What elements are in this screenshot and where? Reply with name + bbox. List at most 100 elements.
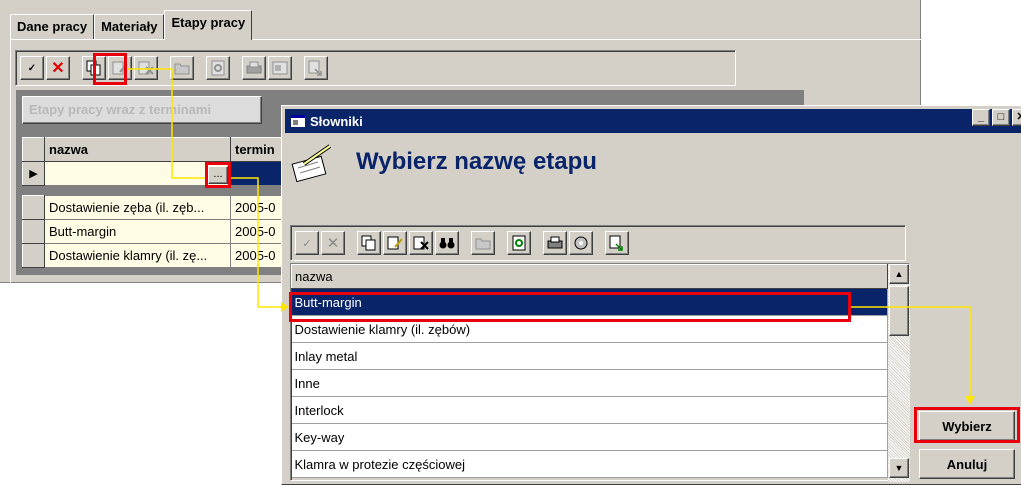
row-separator: [22, 185, 291, 196]
vertical-scrollbar[interactable]: ▲ ▼: [888, 264, 910, 482]
dictionary-list: nazwa Butt-margin Dostawienie klamry (il…: [290, 263, 910, 482]
print-button[interactable]: [543, 231, 567, 255]
edit-button[interactable]: [383, 231, 407, 255]
list-item-label: Inne: [291, 369, 888, 397]
table-row[interactable]: Butt-margin 2005-0: [22, 219, 291, 244]
dictionary-dialog: Słowniki _ □ ✕ Wybierz nazwę etapu ✓ ✕: [281, 105, 1021, 485]
close-button[interactable]: ✕: [1012, 109, 1021, 126]
list-item-label: Klamra w protezie częściowej: [291, 450, 888, 478]
column-header-nazwa[interactable]: nazwa: [44, 137, 231, 162]
copy-button[interactable]: [357, 231, 381, 255]
list-item-label: Inlay metal: [291, 342, 888, 370]
edit-record-icon: [112, 61, 128, 75]
list-item[interactable]: Dostawienie klamry (il. zębów): [291, 315, 888, 343]
settings-icon: [574, 236, 588, 250]
ellipsis-button[interactable]: ...: [208, 166, 228, 184]
main-toolbar: ✓ ✕: [15, 50, 736, 86]
grid-caption: Etapy pracy wraz z terminami: [22, 96, 262, 124]
tab-etapy-pracy[interactable]: Etapy pracy: [164, 10, 253, 40]
settings-button[interactable]: [268, 56, 292, 80]
dialog-titlebar[interactable]: Słowniki: [285, 109, 1021, 133]
list-item-label: Key-way: [291, 423, 888, 451]
scroll-down-button[interactable]: ▼: [889, 458, 909, 478]
copy-icon: [86, 60, 101, 76]
grid-corner: [22, 137, 45, 162]
refresh-button[interactable]: [206, 56, 230, 80]
minimize-icon: _: [977, 111, 985, 123]
list-item[interactable]: Klamra w protezie częściowej: [291, 450, 888, 478]
close-icon: ✕: [1016, 111, 1021, 123]
table-row-current[interactable]: ▶: [22, 161, 291, 186]
tab-strip: Dane pracy Materiały Etapy pracy: [10, 10, 253, 40]
remove-record-button[interactable]: [409, 231, 433, 255]
grid-cell-nazwa[interactable]: Dostawienie zęba (il. zęb...: [44, 195, 231, 220]
printer-icon: [547, 236, 563, 249]
refresh-icon: [211, 60, 225, 76]
list-item[interactable]: Inne: [291, 369, 888, 397]
scroll-up-button[interactable]: ▲: [889, 264, 909, 284]
remove-record-button[interactable]: [134, 56, 158, 80]
binoculars-icon: [439, 238, 455, 249]
confirm-button[interactable]: ✓: [20, 56, 44, 80]
grid-cell-nazwa[interactable]: [44, 161, 231, 186]
list-item-label: Dostawienie klamry (il. zębów): [291, 315, 888, 343]
dialog-heading: Wybierz nazwę etapu: [356, 148, 597, 175]
list-item[interactable]: Key-way: [291, 423, 888, 451]
stages-grid: nazwa termin ▶ Dostawienie zęba (il. zęb…: [22, 137, 291, 268]
grid-cell-nazwa[interactable]: Dostawienie klamry (il. zę...: [44, 243, 231, 268]
maximize-button[interactable]: □: [992, 109, 1010, 126]
print-button[interactable]: [242, 56, 266, 80]
row-indicator: [22, 195, 45, 220]
list-item[interactable]: Inlay metal: [291, 342, 888, 370]
export-icon: [308, 60, 322, 76]
confirm-button[interactable]: ✓: [295, 231, 319, 255]
export-icon: [609, 235, 623, 251]
row-indicator: [22, 219, 45, 244]
minimize-button[interactable]: _: [972, 109, 990, 126]
x-icon: ✕: [326, 235, 340, 252]
refresh-button[interactable]: [507, 231, 531, 255]
window-controls: _ □ ✕: [970, 109, 1021, 126]
row-indicator: [22, 243, 45, 268]
printer-icon: [246, 61, 262, 74]
remove-record-icon: [413, 236, 429, 250]
table-row[interactable]: Dostawienie klamry (il. zę... 2005-0: [22, 243, 291, 268]
arrow-up-icon: ▲: [894, 269, 904, 279]
export-button[interactable]: [304, 56, 328, 80]
list-item[interactable]: Interlock: [291, 396, 888, 424]
red-x-icon: ✕: [51, 60, 65, 77]
copy-button[interactable]: [82, 56, 106, 80]
delete-button[interactable]: ✕: [321, 231, 345, 255]
dialog-toolbar: ✓ ✕: [290, 225, 906, 261]
folder-icon: [475, 238, 491, 250]
tab-dane-pracy[interactable]: Dane pracy: [10, 14, 95, 40]
edit-button[interactable]: [108, 56, 132, 80]
list-item-selected[interactable]: Butt-margin: [291, 288, 888, 316]
open-folder-button[interactable]: [471, 231, 495, 255]
settings-icon: [272, 61, 288, 75]
arrow-down-icon: ▼: [894, 463, 904, 473]
find-button[interactable]: [435, 231, 459, 255]
current-row-indicator: ▶: [22, 161, 45, 186]
list-item-label: Butt-margin: [291, 288, 888, 316]
open-folder-button[interactable]: [170, 56, 194, 80]
grid-cell-nazwa[interactable]: Butt-margin: [44, 219, 231, 244]
dictionary-table: nazwa Butt-margin Dostawienie klamry (il…: [291, 264, 888, 478]
folder-icon: [174, 63, 190, 75]
settings-button[interactable]: [569, 231, 593, 255]
list-item-label: Interlock: [291, 396, 888, 424]
column-header-nazwa[interactable]: nazwa: [291, 264, 888, 289]
refresh-icon: [512, 235, 526, 251]
cancel-button[interactable]: Anuluj: [919, 449, 1015, 479]
remove-record-icon: [138, 61, 154, 75]
checkmark-ok-icon: ✓: [27, 62, 37, 74]
scroll-thumb[interactable]: [889, 286, 909, 336]
delete-button[interactable]: ✕: [46, 56, 70, 80]
tab-materialy[interactable]: Materiały: [94, 14, 165, 40]
table-row[interactable]: Dostawienie zęba (il. zęb... 2005-0: [22, 195, 291, 220]
export-button[interactable]: [605, 231, 629, 255]
dialog-title: Słowniki: [310, 113, 363, 129]
select-button[interactable]: Wybierz: [919, 411, 1015, 441]
edit-record-icon: [387, 236, 403, 250]
app-window-icon: [291, 115, 305, 127]
